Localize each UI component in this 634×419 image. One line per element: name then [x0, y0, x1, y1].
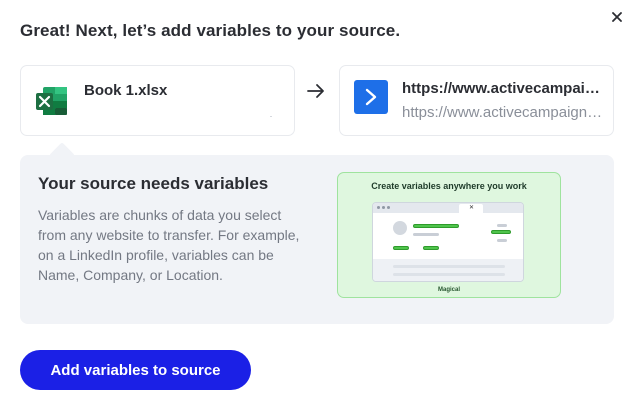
variables-illustration: Create variables anywhere you work ✕ Mag…: [337, 172, 561, 298]
text-line: [393, 273, 505, 276]
illustration-browser: ✕: [372, 202, 524, 282]
magical-logo: Magical: [437, 287, 460, 293]
magical-tab-icon: ✕: [469, 205, 475, 211]
close-button[interactable]: [606, 6, 628, 28]
text-line: [497, 239, 507, 242]
variable-chip: [413, 224, 459, 228]
source-card[interactable]: Book 1.xlsx: [20, 65, 295, 136]
destination-subtitle: https://www.activecampaign.com: [402, 104, 604, 121]
browser-footer: [373, 259, 523, 281]
variable-chip: [423, 246, 439, 250]
text-line: [497, 224, 507, 227]
excel-icon: [36, 87, 67, 115]
add-variables-button[interactable]: Add variables to source: [20, 350, 251, 390]
variable-chip: [491, 230, 511, 234]
close-icon: [612, 12, 622, 22]
illustration-title: Create variables anywhere you work: [371, 181, 527, 191]
text-line: [393, 265, 505, 268]
text-line: [413, 233, 439, 236]
info-heading: Your source needs variables: [38, 174, 269, 193]
profile-avatar: [393, 221, 407, 235]
browser-toolbar: [373, 203, 523, 213]
card-divider: [270, 116, 272, 117]
info-body: Variables are chunks of data you select …: [38, 207, 300, 283]
info-panel: Your source needs variables Variables ar…: [20, 155, 614, 324]
destination-title: https://www.activecampaign.com: [402, 80, 604, 97]
destination-card[interactable]: https://www.activecampaign.com https://w…: [339, 65, 614, 136]
dialog-title: Great! Next, let’s add variables to your…: [20, 21, 401, 40]
arrow-right-icon: [307, 84, 324, 98]
variable-chip: [393, 246, 409, 250]
source-file-name: Book 1.xlsx: [84, 82, 168, 99]
activecampaign-icon: [354, 80, 388, 114]
browser-dots: [377, 206, 390, 209]
